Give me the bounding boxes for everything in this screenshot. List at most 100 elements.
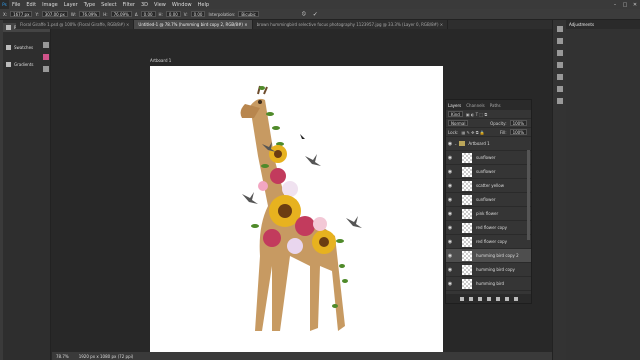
eye-icon[interactable]: ◉: [446, 183, 454, 189]
layer-row[interactable]: ◉ scatter yellow: [446, 179, 531, 193]
eye-icon[interactable]: ◉: [446, 253, 454, 259]
document-info[interactable]: 1920 px x 1080 px (72 ppi): [79, 354, 134, 359]
panel-menu-icon[interactable]: [43, 66, 49, 72]
lock-label: Lock:: [448, 129, 459, 135]
layer-thumbnail: [462, 194, 472, 205]
menu-help[interactable]: Help: [195, 2, 212, 8]
paragraph-icon[interactable]: [556, 86, 563, 92]
layer-name: sunflower: [476, 169, 496, 174]
link-layers-icon[interactable]: [459, 296, 464, 301]
layer-row[interactable]: ◉ sunflower: [446, 193, 531, 207]
layer-thumbnail: [462, 250, 472, 261]
add-mask-icon[interactable]: [477, 296, 482, 301]
tab-paths[interactable]: Paths: [490, 103, 501, 108]
menu-window[interactable]: Window: [169, 2, 195, 8]
vskew-field[interactable]: 0.00: [190, 11, 206, 17]
fill-field[interactable]: 100%: [509, 129, 527, 135]
artboard[interactable]: [150, 66, 443, 353]
h-label: H:: [103, 11, 108, 17]
character-icon[interactable]: [556, 74, 563, 80]
close-icon[interactable]: ✕: [630, 2, 640, 8]
layer-name: sunflower: [476, 197, 496, 202]
swatches-icon: [6, 45, 11, 50]
properties-icon[interactable]: [556, 50, 563, 56]
menu-layer[interactable]: Layer: [61, 2, 81, 8]
opacity-field[interactable]: 100%: [509, 120, 527, 126]
menu-edit[interactable]: Edit: [23, 2, 39, 8]
layer-row[interactable]: ◉ sunflower: [446, 151, 531, 165]
layer-row[interactable]: ◉ red flower copy: [446, 221, 531, 235]
commit-transform-icon[interactable]: ✓: [313, 11, 318, 18]
zoom-level[interactable]: 78.7%: [56, 354, 69, 359]
menu-3d[interactable]: 3D: [138, 2, 151, 8]
width-field[interactable]: 76.09%: [78, 11, 101, 17]
libraries-icon[interactable]: [556, 98, 563, 104]
layer-group-artboard[interactable]: ◉ ⌄ Artboard 1: [446, 137, 531, 151]
artboard-label[interactable]: Artboard 1: [150, 58, 171, 63]
layer-row[interactable]: ◉ pink flower: [446, 207, 531, 221]
layer-row[interactable]: ◉ humming bird copy: [446, 263, 531, 277]
layers-panel-footer: [446, 294, 531, 303]
floral-giraffe-artwork: [240, 85, 362, 331]
adjustments-icon[interactable]: [556, 26, 563, 32]
layer-row[interactable]: ◉ sunflower: [446, 165, 531, 179]
layer-style-icon[interactable]: [468, 296, 473, 301]
eye-icon[interactable]: ◉: [446, 211, 454, 217]
panel-toggle-icon[interactable]: [43, 42, 49, 48]
layer-name: pink flower: [476, 211, 499, 216]
maximize-icon[interactable]: □: [620, 2, 630, 8]
tab-floral-giraffe[interactable]: Floral Giraffe 1.psd @ 100% (Floral Gira…: [16, 20, 135, 29]
menu-file[interactable]: File: [9, 2, 23, 8]
eye-icon[interactable]: ◉: [446, 169, 454, 175]
layer-row[interactable]: ◉ humming bird: [446, 277, 531, 291]
eye-icon[interactable]: ◉: [446, 239, 454, 245]
layer-name: humming bird copy: [476, 267, 515, 272]
layer-kind-select[interactable]: Kind: [448, 111, 463, 117]
menu-view[interactable]: View: [151, 2, 169, 8]
eye-icon[interactable]: ◉: [446, 141, 454, 147]
patterns-icon: [6, 25, 11, 30]
brush-icon[interactable]: [556, 62, 563, 68]
adjustments-header[interactable]: Adjustments: [566, 20, 640, 29]
tab-hummingbird-photo[interactable]: brown hummingbird selective focus photog…: [253, 20, 449, 29]
eye-icon[interactable]: ◉: [446, 155, 454, 161]
tab-channels[interactable]: Channels: [466, 103, 485, 108]
menu-filter[interactable]: Filter: [120, 2, 138, 8]
y-label: Y:: [35, 11, 39, 17]
filter-icons[interactable]: ▣ ◐ T ⬚ ⧉: [466, 112, 487, 117]
eye-icon[interactable]: ◉: [446, 197, 454, 203]
eye-icon[interactable]: ◉: [446, 281, 454, 287]
blend-mode-select[interactable]: Normal: [448, 120, 469, 126]
folder-icon: [459, 141, 466, 146]
layers-scrollbar[interactable]: [527, 150, 530, 240]
color-swatch-icon[interactable]: [43, 54, 49, 60]
cancel-transform-icon[interactable]: ⦸: [302, 10, 306, 18]
history-icon[interactable]: [556, 38, 563, 44]
x-field[interactable]: 1677 px: [10, 11, 33, 17]
layers-panel: Layers Channels Paths Kind ▣ ◐ T ⬚ ⧉ Nor…: [445, 99, 532, 304]
layers-panel-tabs: Layers Channels Paths: [446, 100, 531, 110]
minimize-icon[interactable]: –: [610, 2, 620, 8]
tab-layers[interactable]: Layers: [448, 103, 461, 108]
y-field[interactable]: 307.00 px: [41, 11, 68, 17]
tab-untitled-1[interactable]: Untitled-1 @ 78.7% (humming bird copy 2,…: [134, 20, 253, 29]
eye-icon[interactable]: ◉: [446, 267, 454, 273]
menu-select[interactable]: Select: [98, 2, 119, 8]
angle-field[interactable]: 0.00: [140, 11, 156, 17]
layer-thumbnail: [462, 222, 472, 233]
trash-icon[interactable]: [513, 296, 518, 301]
menu-image[interactable]: Image: [39, 2, 61, 8]
layer-row[interactable]: ◉ red flower copy: [446, 235, 531, 249]
menu-type[interactable]: Type: [81, 2, 98, 8]
chevron-down-icon[interactable]: ⌄: [454, 141, 457, 146]
adjustment-layer-icon[interactable]: [486, 296, 491, 301]
new-layer-icon[interactable]: [504, 296, 509, 301]
height-field[interactable]: 76.09%: [110, 11, 132, 17]
new-group-icon[interactable]: [495, 296, 500, 301]
eye-icon[interactable]: ◉: [446, 225, 454, 231]
interpolation-select[interactable]: Bicubic: [238, 11, 259, 17]
hskew-field[interactable]: 0.00: [165, 11, 181, 17]
layer-row-selected[interactable]: ◉ humming bird copy 2: [446, 249, 531, 263]
photoshop-logo-icon[interactable]: Ps: [0, 0, 9, 9]
lock-icons[interactable]: ▦ ✎ ✥ ⧉ 🔒: [461, 130, 484, 135]
